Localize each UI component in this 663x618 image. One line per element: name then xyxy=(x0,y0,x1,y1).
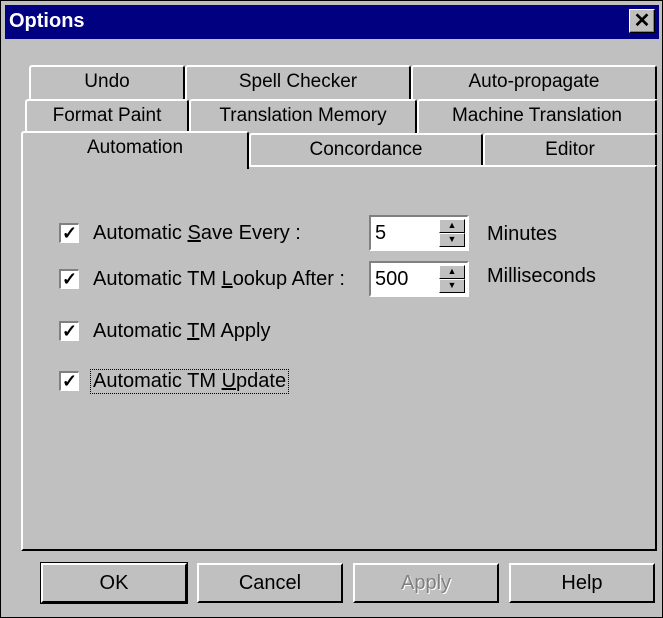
tm-lookup-unit: Milliseconds xyxy=(487,265,596,287)
cancel-button[interactable]: Cancel xyxy=(197,563,343,603)
tm-lookup-checkbox[interactable]: ✓ xyxy=(59,269,79,289)
tm-lookup-value[interactable]: 500 xyxy=(375,268,408,291)
auto-save-label: Automatic Save Every : xyxy=(93,222,301,244)
tm-update-label: Automatic TM Update xyxy=(89,369,290,394)
auto-save-checkbox[interactable]: ✓ xyxy=(59,223,79,243)
tm-apply-option[interactable]: ✓ Automatic TM Apply xyxy=(59,317,319,345)
auto-save-spinner[interactable]: 5 ▲ ▼ xyxy=(369,215,469,251)
automation-panel: ✓ Automatic Save Every : 5 ▲ ▼ Minutes ✓… xyxy=(21,165,657,551)
help-button[interactable]: Help xyxy=(509,563,655,603)
auto-save-option[interactable]: ✓ Automatic Save Every : xyxy=(59,219,359,247)
spin-down-icon[interactable]: ▼ xyxy=(439,233,465,247)
tab-translation-memory[interactable]: Translation Memory xyxy=(189,99,417,133)
spin-up-icon[interactable]: ▲ xyxy=(439,265,465,279)
tab-spell-checker[interactable]: Spell Checker xyxy=(185,65,411,99)
tab-automation[interactable]: Automation xyxy=(21,131,249,169)
tm-apply-label: Automatic TM Apply xyxy=(93,320,271,342)
tm-lookup-option[interactable]: ✓ Automatic TM Lookup After : xyxy=(59,265,379,293)
options-dialog: Options ✕ Undo Spell Checker Auto-propag… xyxy=(0,0,663,618)
window-title: Options xyxy=(9,10,85,32)
ok-button[interactable]: OK xyxy=(40,562,188,604)
check-icon: ✓ xyxy=(61,321,78,341)
title-bar: Options ✕ xyxy=(5,5,659,39)
tm-apply-checkbox[interactable]: ✓ xyxy=(59,321,79,341)
apply-button[interactable]: Apply xyxy=(353,563,499,603)
tab-editor[interactable]: Editor xyxy=(483,133,657,167)
tm-lookup-label: Automatic TM Lookup After : xyxy=(93,268,345,290)
check-icon: ✓ xyxy=(61,223,78,243)
tm-update-option[interactable]: ✓ Automatic TM Update xyxy=(59,367,339,395)
auto-save-value[interactable]: 5 xyxy=(375,222,386,245)
tm-lookup-spinner[interactable]: 500 ▲ ▼ xyxy=(369,261,469,297)
auto-save-unit: Minutes xyxy=(487,223,558,245)
close-button[interactable]: ✕ xyxy=(629,9,655,33)
tab-machine-translation[interactable]: Machine Translation xyxy=(417,99,657,133)
spin-down-icon[interactable]: ▼ xyxy=(439,279,465,293)
tab-format-paint[interactable]: Format Paint xyxy=(25,99,189,133)
tab-auto-propagate[interactable]: Auto-propagate xyxy=(411,65,657,99)
tab-concordance[interactable]: Concordance xyxy=(249,133,483,167)
check-icon: ✓ xyxy=(61,371,78,391)
close-icon: ✕ xyxy=(633,10,651,32)
check-icon: ✓ xyxy=(61,269,78,289)
tab-undo[interactable]: Undo xyxy=(29,65,185,99)
tm-update-checkbox[interactable]: ✓ xyxy=(59,371,79,391)
spin-up-icon[interactable]: ▲ xyxy=(439,219,465,233)
